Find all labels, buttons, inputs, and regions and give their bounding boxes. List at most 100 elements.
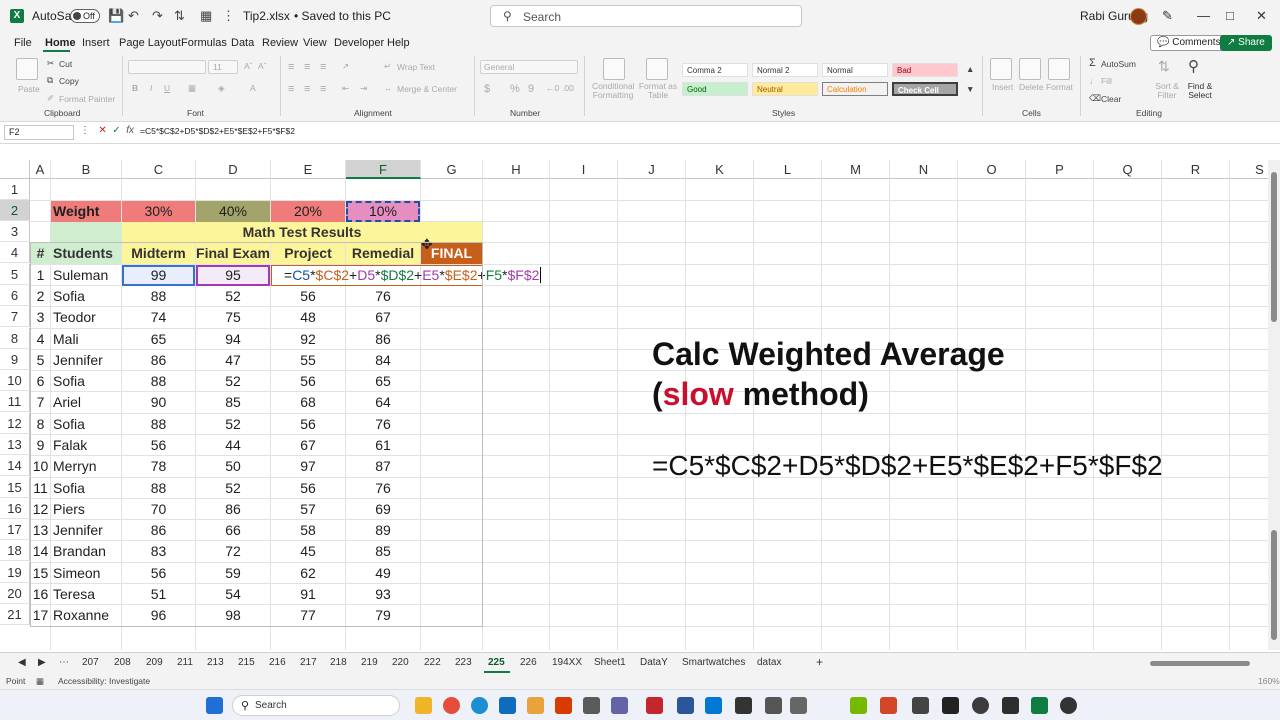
sheet-tab-active[interactable]: 225 <box>488 657 505 668</box>
redo-icon[interactable]: ↷ <box>152 8 163 24</box>
formula-input[interactable]: =C5*$C$2+D5*$D$2+E5*$E$2+F5*$F$2 <box>140 126 295 136</box>
next-sheet-icon[interactable]: ▶ <box>38 657 46 668</box>
clear-label[interactable]: Clear <box>1101 94 1121 104</box>
weight-final-exam[interactable]: 40% <box>196 201 270 222</box>
number-format-box[interactable]: General <box>480 60 578 74</box>
cut-icon[interactable]: ✂ <box>47 58 54 69</box>
font-name-box[interactable] <box>128 60 206 74</box>
chrome-icon[interactable] <box>443 697 460 714</box>
col-header-s[interactable]: S <box>1230 160 1268 179</box>
style-normal2[interactable]: Normal 2 <box>752 63 818 77</box>
row-header[interactable]: 3 <box>0 221 30 242</box>
sheet-tab[interactable]: Sheet1 <box>594 657 626 668</box>
sheet-tab[interactable]: 194XX <box>552 657 582 668</box>
tab-insert[interactable]: Insert <box>82 37 110 49</box>
tab-home[interactable]: Home <box>45 37 76 49</box>
add-sheet-icon[interactable]: + <box>816 655 823 669</box>
cancel-icon[interactable]: ✕ <box>98 125 106 136</box>
weight-remedial[interactable]: 10% <box>346 201 420 222</box>
edge-icon[interactable] <box>471 697 488 714</box>
tab-developer[interactable]: Developer <box>334 37 384 49</box>
more-sheets-icon[interactable]: ⋯ <box>59 657 69 668</box>
sheet-tab[interactable]: 208 <box>114 657 131 668</box>
cmd-icon[interactable] <box>1002 697 1019 714</box>
notes-icon[interactable] <box>765 697 782 714</box>
decrease-indent-icon[interactable]: ⇤ <box>342 83 349 94</box>
zoom-level[interactable]: 160% <box>1258 676 1280 686</box>
col-header-h[interactable]: H <box>483 160 550 179</box>
undo-icon[interactable]: ↶ <box>128 8 139 24</box>
excel-taskbar-icon[interactable] <box>1031 697 1048 714</box>
format-as-table-label[interactable]: Format as Table <box>638 82 678 100</box>
row-header[interactable]: 2 <box>0 200 30 221</box>
col-header-m[interactable]: M <box>822 160 890 179</box>
save-icon[interactable]: 💾 <box>108 8 124 24</box>
align-left-icon[interactable]: ≡ <box>288 83 294 95</box>
row-header[interactable]: 21 <box>0 604 30 625</box>
format-as-table-icon[interactable] <box>646 58 668 80</box>
name-box[interactable]: F2 <box>4 125 74 140</box>
format-cells-icon[interactable] <box>1048 58 1070 80</box>
sheet-tab[interactable]: 217 <box>300 657 317 668</box>
wrap-text-icon[interactable]: ↵ <box>384 61 391 72</box>
format-cells-label[interactable]: Format <box>1046 82 1073 92</box>
col-header-i[interactable]: I <box>550 160 618 179</box>
decrease-decimal-icon[interactable]: .00 <box>562 83 574 93</box>
insert-cells-label[interactable]: Insert <box>992 82 1013 92</box>
orientation-icon[interactable]: ↗ <box>342 61 349 72</box>
insert-function-icon[interactable]: fx <box>126 125 134 136</box>
delete-cells-label[interactable]: Delete <box>1019 82 1044 92</box>
share-button[interactable]: ↗ Share <box>1220 35 1272 51</box>
comments-button[interactable]: 💬 Comments <box>1150 35 1228 51</box>
col-header-b[interactable]: B <box>51 160 122 179</box>
font-size-box[interactable]: 11 <box>208 60 238 74</box>
fill-label[interactable]: Fill <box>1101 76 1112 86</box>
row-header[interactable]: 5 <box>0 264 30 285</box>
sheet-tab[interactable]: 209 <box>146 657 163 668</box>
borders-icon[interactable]: ▦ <box>188 83 196 94</box>
find-icon[interactable]: ⚲ <box>1188 57 1199 75</box>
align-top-icon[interactable]: ≡ <box>288 61 294 73</box>
find-select-label[interactable]: Find & Select <box>1182 82 1218 100</box>
unity-icon[interactable] <box>912 697 929 714</box>
tab-data[interactable]: Data <box>231 37 254 49</box>
start-icon[interactable] <box>206 697 223 714</box>
autosum-icon[interactable]: Σ <box>1089 57 1096 69</box>
row-header[interactable]: 7 <box>0 306 30 327</box>
customize-icon[interactable]: ⋮ <box>222 8 235 24</box>
form-icon[interactable]: ▦ <box>200 8 212 24</box>
tab-help[interactable]: Help <box>387 37 410 49</box>
style-neutral[interactable]: Neutral <box>752 82 818 96</box>
close-icon[interactable]: ✕ <box>1256 8 1267 24</box>
weight-project[interactable]: 20% <box>271 201 345 222</box>
col-header-p[interactable]: P <box>1026 160 1094 179</box>
sort-filter-icon[interactable]: ⇅ <box>1158 58 1170 75</box>
row-header[interactable]: 16 <box>0 498 30 519</box>
underline-icon[interactable]: U <box>164 83 170 93</box>
conditional-formatting-label[interactable]: Conditional Formatting <box>592 82 635 100</box>
taskbar-search[interactable]: ⚲ Search <box>232 695 400 716</box>
row-header[interactable]: 1 <box>0 179 30 200</box>
col-header-g[interactable]: G <box>421 160 483 179</box>
tab-formulas[interactable]: Formulas <box>181 37 227 49</box>
clear-icon[interactable]: ⌫ <box>1089 93 1101 104</box>
accessibility-status[interactable]: Accessibility: Investigate <box>58 676 150 686</box>
avatar[interactable] <box>1130 8 1147 25</box>
restore-icon[interactable]: □ <box>1226 8 1234 23</box>
word-icon[interactable] <box>677 697 694 714</box>
col-header-e[interactable]: E <box>271 160 346 179</box>
styles-more-icon[interactable]: ▼ <box>966 84 974 94</box>
sheet-tab[interactable]: Smartwatches <box>682 657 745 668</box>
format-painter-icon[interactable]: ✐ <box>47 93 54 104</box>
merge-center-label[interactable]: Merge & Center <box>397 84 457 94</box>
fill-color-icon[interactable]: ◈ <box>218 83 225 94</box>
scroll-thumb-lower[interactable] <box>1271 530 1277 640</box>
sheet-tab[interactable]: 211 <box>177 657 193 668</box>
style-good[interactable]: Good <box>682 82 748 96</box>
teams-icon[interactable] <box>611 697 628 714</box>
col-header-d[interactable]: D <box>196 160 271 179</box>
sheet-tab[interactable]: 226 <box>520 657 537 668</box>
italic-icon[interactable]: I <box>150 83 152 93</box>
vscode-icon[interactable] <box>705 697 722 714</box>
row-header[interactable]: 4 <box>0 242 30 263</box>
